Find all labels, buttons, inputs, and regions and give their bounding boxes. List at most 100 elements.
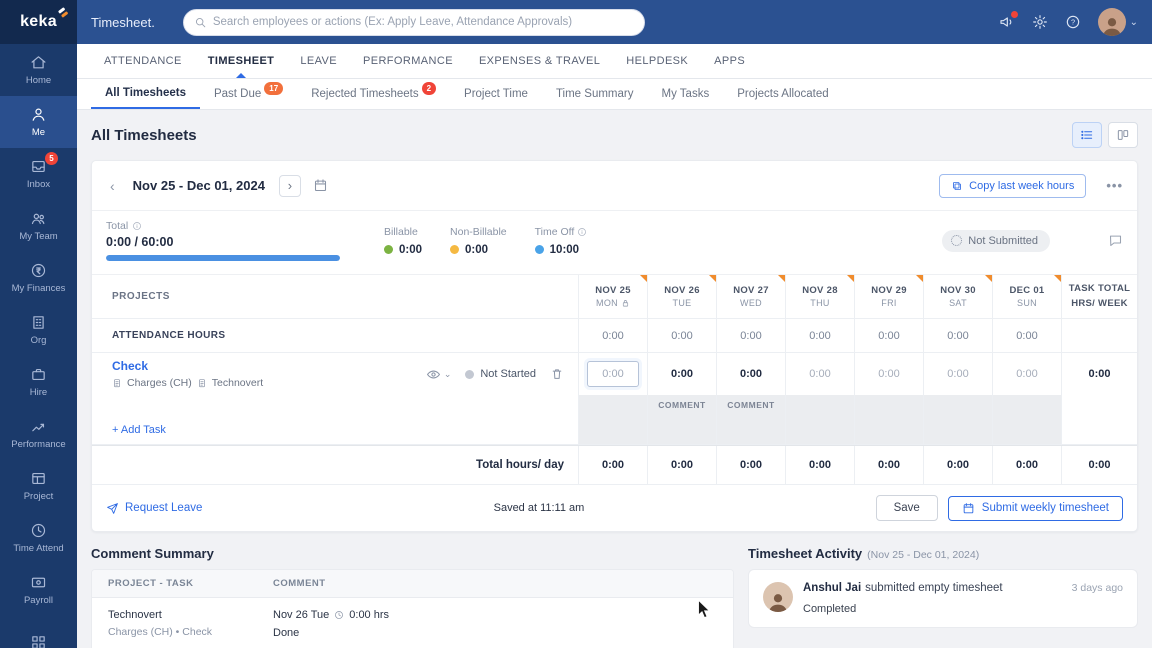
announcements-button[interactable] bbox=[999, 11, 1018, 30]
comment-cell bbox=[785, 395, 854, 415]
sidebar-item-hire[interactable]: Hire bbox=[0, 356, 77, 408]
comment-summary-row[interactable]: Technovert Charges (CH) • Check Nov 26 T… bbox=[92, 598, 733, 648]
comment-cell bbox=[854, 395, 923, 415]
clock-icon bbox=[31, 523, 46, 538]
copy-last-week-button[interactable]: Copy last week hours bbox=[939, 173, 1087, 198]
sidebar-item-inbox[interactable]: 5 Inbox bbox=[0, 148, 77, 200]
home-icon bbox=[31, 56, 46, 69]
hour-cell-nov-27[interactable]: 0:00 bbox=[716, 353, 785, 395]
sidebar-item-my-finances[interactable]: My Finances bbox=[0, 252, 77, 304]
profile-menu[interactable]: ⌄ bbox=[1097, 8, 1138, 36]
hour-cell-nov-26[interactable]: 0:00 bbox=[647, 353, 716, 395]
next-week-button[interactable]: › bbox=[278, 174, 301, 197]
topbar-actions: ? ⌄ bbox=[999, 8, 1138, 36]
request-leave-link[interactable]: Request Leave bbox=[106, 502, 202, 515]
calendar-picker-button[interactable] bbox=[313, 178, 328, 193]
delete-task-button[interactable] bbox=[550, 367, 564, 381]
billable-value: 0:00 bbox=[399, 243, 423, 256]
hour-cell-nov-30[interactable]: 0:00 bbox=[923, 353, 992, 395]
comments-button[interactable] bbox=[1108, 233, 1123, 248]
tab-leave[interactable]: LEAVE bbox=[287, 44, 350, 78]
sidebar-item-label: Payroll bbox=[23, 595, 54, 606]
chevron-down-icon: ⌄ bbox=[1129, 16, 1138, 28]
comment-cell[interactable]: COMMENT bbox=[716, 395, 785, 415]
tab-attendance[interactable]: ATTENDANCE bbox=[91, 44, 195, 78]
tab-apps[interactable]: APPS bbox=[701, 44, 758, 78]
attendance-value: 0:00 bbox=[785, 319, 854, 352]
sidebar-item-performance[interactable]: Performance bbox=[0, 408, 77, 460]
day-header-nov-28: NOV 28 THU bbox=[785, 275, 854, 318]
add-task-link[interactable]: + Add Task bbox=[92, 415, 578, 444]
hour-cell-nov-28[interactable]: 0:00 bbox=[785, 353, 854, 395]
timesheet-header-row: PROJECTS NOV 25 MON NOV 26 TUE NOV 27 WED … bbox=[92, 275, 1137, 319]
attendance-value: 0:00 bbox=[716, 319, 785, 352]
daily-total: 0:00 bbox=[716, 446, 785, 484]
empty-day-cell bbox=[992, 415, 1061, 444]
more-options-button[interactable]: ••• bbox=[1106, 178, 1123, 193]
attendance-value: 0:00 bbox=[923, 319, 992, 352]
comment-cell bbox=[923, 395, 992, 415]
sidebar-item-me[interactable]: Me bbox=[0, 96, 77, 148]
sidebar-item-org[interactable]: Org bbox=[0, 304, 77, 356]
subtab-projects-allocated[interactable]: Projects Allocated bbox=[723, 79, 842, 109]
activity-user-name[interactable]: Anshul Jai bbox=[803, 582, 861, 594]
visibility-toggle[interactable]: ⌄ bbox=[426, 367, 451, 382]
hour-cell-dec-01[interactable]: 0:00 bbox=[992, 353, 1061, 395]
hour-cell-nov-29[interactable]: 0:00 bbox=[854, 353, 923, 395]
task-info-cell: Check Charges (CH) Technovert ⌄ Not Star… bbox=[92, 353, 578, 395]
submit-timesheet-button[interactable]: Submit weekly timesheet bbox=[947, 495, 1123, 521]
tab-expenses-travel[interactable]: EXPENSES & TRAVEL bbox=[466, 44, 613, 78]
project-name: Technovert bbox=[108, 609, 162, 621]
tab-helpdesk[interactable]: HELPDESK bbox=[613, 44, 701, 78]
sidebar-item-label: Inbox bbox=[26, 179, 51, 190]
sidebar-item-time-attend[interactable]: Time Attend bbox=[0, 512, 77, 564]
comment-cell[interactable]: COMMENT bbox=[647, 395, 716, 415]
previous-week-button[interactable]: ‹ bbox=[106, 178, 119, 194]
help-button[interactable]: ? bbox=[1065, 14, 1081, 30]
main-column: Timesheet. ? bbox=[77, 0, 1152, 648]
subtab-project-time[interactable]: Project Time bbox=[450, 79, 542, 109]
activity-title: Timesheet Activity bbox=[748, 546, 863, 561]
empty-day-cell bbox=[647, 415, 716, 444]
task-status-dropdown[interactable]: Not Started bbox=[465, 368, 536, 380]
attendance-value: 0:00 bbox=[854, 319, 923, 352]
list-view-toggle[interactable] bbox=[1072, 122, 1102, 148]
task-name-link[interactable]: Check bbox=[112, 359, 426, 373]
submit-timesheet-label: Submit weekly timesheet bbox=[981, 502, 1109, 514]
person-photo-icon bbox=[768, 594, 788, 612]
comment-cell bbox=[578, 395, 647, 415]
sidebar-item-project[interactable]: Project bbox=[0, 460, 77, 512]
daily-total: 0:00 bbox=[578, 446, 647, 484]
board-view-toggle[interactable] bbox=[1108, 122, 1138, 148]
org-icon bbox=[33, 316, 44, 329]
time-off-value: 10:00 bbox=[549, 243, 580, 256]
keka-logo[interactable]: keka bbox=[0, 0, 77, 44]
hour-input[interactable] bbox=[587, 361, 639, 387]
week-progress-fill bbox=[106, 255, 340, 261]
autosave-status: Saved at 11:11 am bbox=[493, 502, 585, 514]
subtab-my-tasks[interactable]: My Tasks bbox=[647, 79, 723, 109]
task-total-header: TASK TOTAL HRS/ WEEK bbox=[1061, 275, 1137, 318]
tab-performance[interactable]: PERFORMANCE bbox=[350, 44, 466, 78]
subtab-label: Time Summary bbox=[555, 88, 634, 100]
project-task-cell: Technovert Charges (CH) • Check bbox=[92, 598, 257, 648]
task-name: Charges (CH) • Check bbox=[108, 626, 213, 638]
corner-flag-icon bbox=[847, 275, 854, 282]
subtab-all-timesheets[interactable]: All Timesheets bbox=[91, 79, 200, 109]
sidebar-item-more[interactable] bbox=[0, 616, 77, 648]
sidebar-item-payroll[interactable]: Payroll bbox=[0, 564, 77, 616]
sidebar-item-home[interactable]: Home bbox=[0, 44, 77, 96]
calendar-check-icon bbox=[963, 502, 974, 513]
sidebar-item-my-team[interactable]: My Team bbox=[0, 200, 77, 252]
subtab-rejected-timesheets[interactable]: Rejected Timesheets 2 bbox=[297, 79, 450, 109]
activity-time: 3 days ago bbox=[1071, 582, 1123, 594]
add-task-row: + Add Task bbox=[92, 415, 1137, 445]
settings-button[interactable] bbox=[1032, 14, 1048, 30]
day-header-nov-26: NOV 26 TUE bbox=[647, 275, 716, 318]
subtab-time-summary[interactable]: Time Summary bbox=[542, 79, 648, 109]
save-button[interactable]: Save bbox=[875, 495, 938, 521]
total-hours-value: 0:00 / 60:00 bbox=[106, 235, 174, 249]
tab-timesheet[interactable]: TIMESHEET bbox=[195, 44, 288, 78]
search-input[interactable] bbox=[212, 16, 634, 28]
subtab-past-due[interactable]: Past Due 17 bbox=[200, 79, 297, 109]
